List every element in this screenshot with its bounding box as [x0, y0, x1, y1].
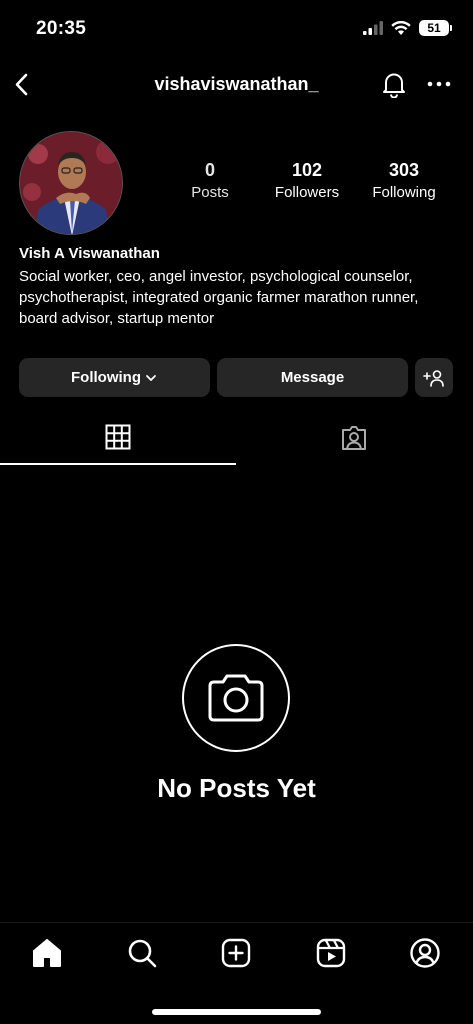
grid-icon	[105, 424, 131, 450]
bottom-tab-bar	[0, 922, 473, 1024]
tab-posts-grid[interactable]	[0, 418, 236, 464]
following-button[interactable]: Following	[19, 358, 210, 397]
more-options-button[interactable]	[425, 72, 453, 96]
profile-bio: Social worker, ceo, angel investor, psyc…	[19, 268, 419, 327]
plus-square-icon	[221, 938, 251, 968]
tab-tagged[interactable]	[236, 418, 472, 464]
following-count-label: Following	[372, 184, 436, 201]
followers-count-label: Followers	[274, 184, 340, 201]
nav-search-button[interactable]	[126, 937, 158, 969]
reels-icon	[316, 938, 346, 968]
battery-indicator: 51	[419, 20, 452, 36]
active-tab-indicator	[0, 463, 236, 465]
message-button[interactable]: Message	[217, 358, 408, 397]
suggested-users-button[interactable]	[415, 358, 453, 397]
posts-count: 0 Posts	[165, 160, 255, 201]
cellular-signal-icon	[363, 21, 383, 35]
empty-state-camera	[182, 644, 290, 752]
add-user-icon	[423, 369, 444, 387]
followers-count[interactable]: 102 Followers	[262, 160, 352, 201]
profile-photo	[20, 132, 122, 234]
following-button-label: Following	[71, 369, 141, 386]
nav-create-button[interactable]	[220, 937, 252, 969]
wifi-icon	[391, 20, 411, 35]
posts-count-value: 0	[204, 160, 215, 180]
more-horizontal-icon	[427, 81, 451, 87]
nav-reels-button[interactable]	[315, 937, 347, 969]
status-indicators: 51	[363, 20, 452, 36]
nav-home-button[interactable]	[31, 937, 63, 969]
message-button-label: Message	[280, 369, 345, 386]
search-icon	[128, 939, 157, 968]
home-indicator	[152, 1009, 321, 1015]
tagged-person-icon	[342, 426, 366, 450]
followers-count-value: 102	[291, 160, 323, 180]
home-icon	[33, 939, 61, 967]
posts-count-label: Posts	[191, 184, 229, 201]
camera-icon	[208, 674, 264, 722]
chevron-down-icon	[146, 374, 156, 381]
nav-profile-button[interactable]	[409, 937, 441, 969]
empty-state-title: No Posts Yet	[157, 773, 316, 803]
following-count-value: 303	[388, 160, 420, 180]
bell-icon	[383, 73, 405, 99]
profile-header: vishaviswanathan_	[0, 60, 473, 108]
following-count[interactable]: 303 Following	[359, 160, 449, 201]
status-time: 20:35	[36, 18, 87, 39]
profile-name: Vish A Viswanathan	[19, 245, 160, 262]
profile-avatar[interactable]	[19, 131, 123, 235]
notifications-button[interactable]	[380, 70, 408, 99]
status-bar: 20:35 51	[0, 0, 473, 56]
profile-icon	[410, 938, 440, 968]
